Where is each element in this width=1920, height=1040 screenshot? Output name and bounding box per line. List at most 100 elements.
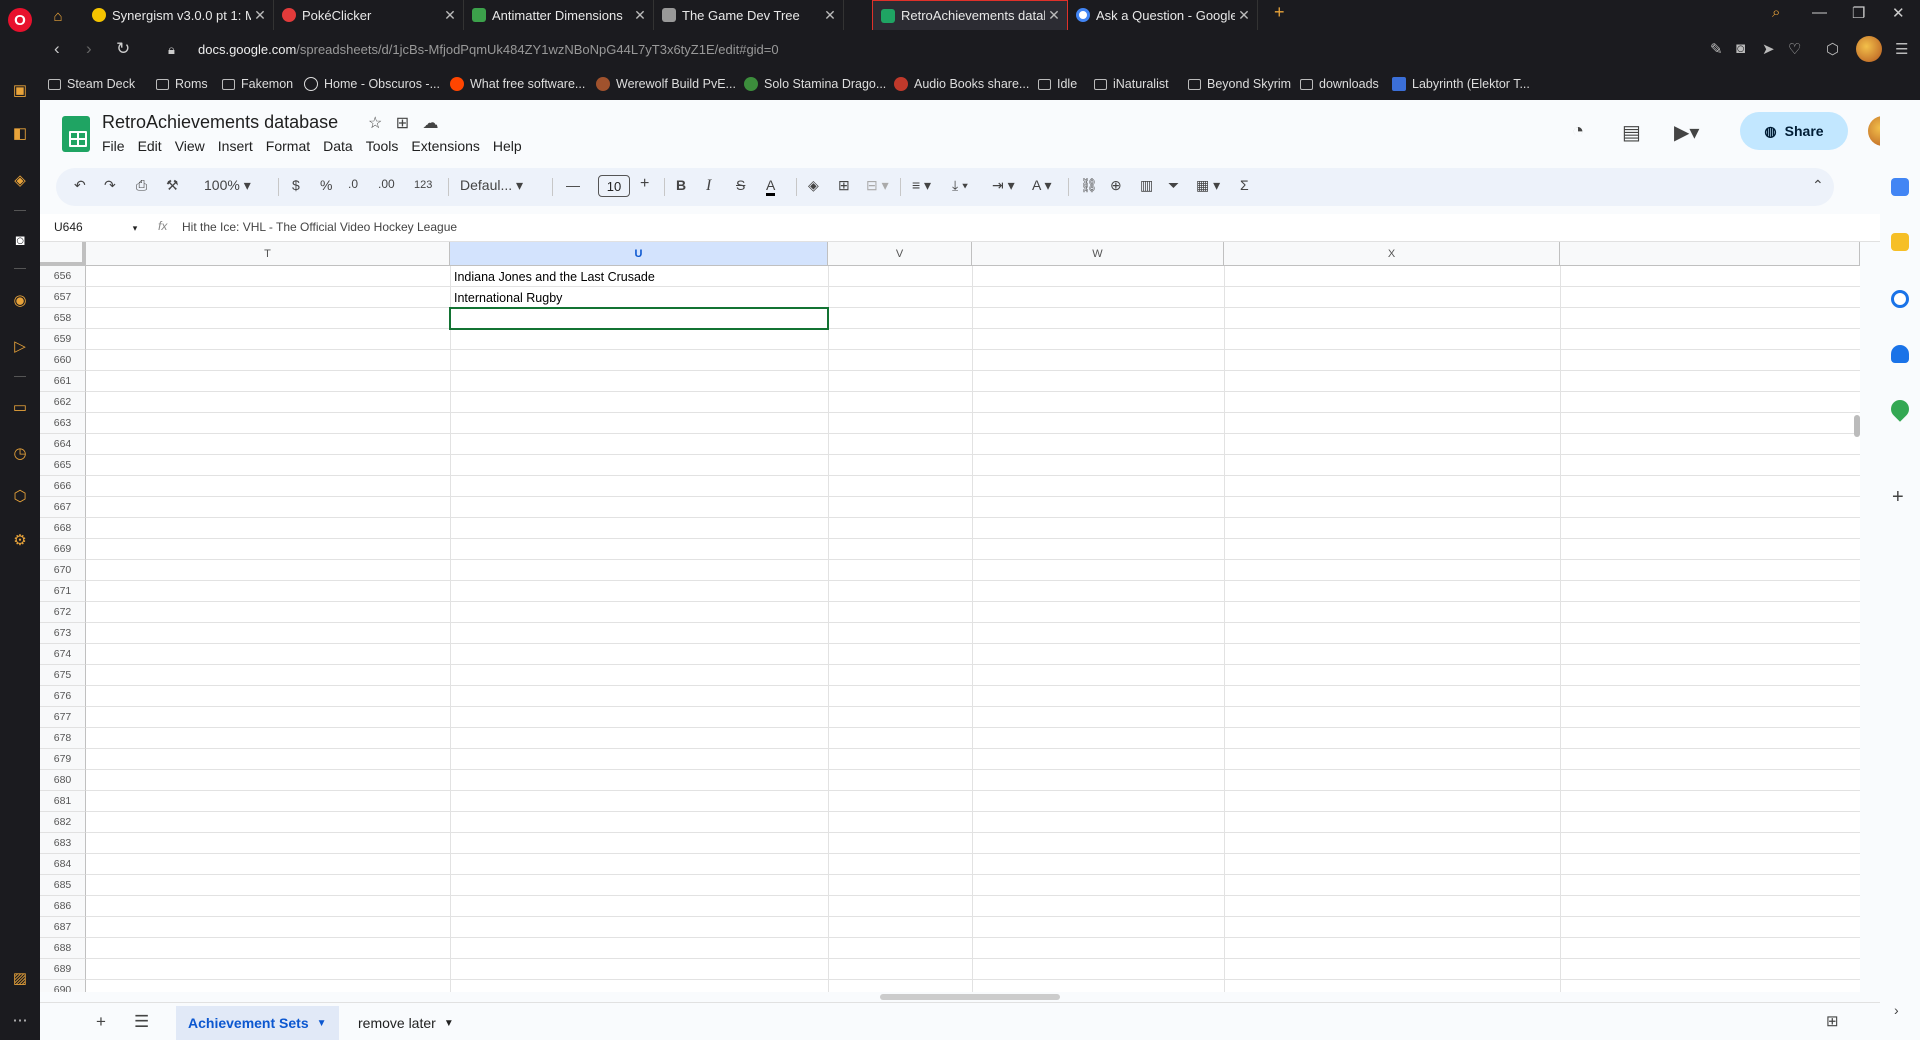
row-header[interactable]: 685 <box>40 875 86 896</box>
row-header[interactable]: 682 <box>40 812 86 833</box>
minimize-icon[interactable]: — <box>1812 4 1827 21</box>
filter-views-icon[interactable]: ▦ ▾ <box>1196 177 1220 194</box>
row-header[interactable]: 678 <box>40 728 86 749</box>
bookmark-solo-stamina[interactable]: Solo Stamina Drago... <box>744 77 886 91</box>
bookmark-beyond-skyrim[interactable]: Beyond Skyrim <box>1188 77 1291 91</box>
row-header[interactable]: 689 <box>40 959 86 980</box>
tab-synergism[interactable]: Synergism v3.0.0 pt 1: May ✕ <box>84 0 274 30</box>
menu-view[interactable]: View <box>175 138 205 154</box>
column-header-next[interactable] <box>1560 242 1860 266</box>
vertical-align-icon[interactable]: ⤓ ▾ <box>952 177 968 194</box>
row-header[interactable]: 672 <box>40 602 86 623</box>
insert-comment-icon[interactable]: ⊕ <box>1110 177 1122 194</box>
text-wrapping-icon[interactable]: ⇥ ▾ <box>992 177 1015 194</box>
player-icon[interactable]: ◉ <box>10 290 30 310</box>
close-tab-icon[interactable]: ✕ <box>631 7 649 24</box>
row-header[interactable]: 679 <box>40 749 86 770</box>
row-header[interactable]: 676 <box>40 686 86 707</box>
formula-input[interactable]: Hit the Ice: VHL - The Official Video Ho… <box>182 220 457 234</box>
close-tab-icon[interactable]: ✕ <box>821 7 839 24</box>
bookmark-audio-books[interactable]: Audio Books share... <box>894 77 1029 91</box>
merge-cells-icon[interactable]: ⊟ ▾ <box>866 177 889 194</box>
text-color-icon[interactable]: A <box>766 177 776 196</box>
row-header[interactable]: 671 <box>40 581 86 602</box>
text-rotation-icon[interactable]: A ▾ <box>1032 177 1051 194</box>
tab-antimatter[interactable]: Antimatter Dimensions ✕ <box>464 0 654 30</box>
sheet-tab-achievement-sets[interactable]: Achievement Sets ▼ <box>176 1006 339 1040</box>
cell-u657[interactable]: International Rugby <box>450 287 562 308</box>
menu-edit[interactable]: Edit <box>138 138 162 154</box>
row-header[interactable]: 690 <box>40 980 86 992</box>
horizontal-align-icon[interactable]: ≡ ▾ <box>912 177 931 194</box>
edit-icon[interactable]: ✎ <box>1710 40 1723 58</box>
column-header-w[interactable]: W <box>972 242 1224 266</box>
row-header[interactable]: 684 <box>40 854 86 875</box>
row-header[interactable]: 667 <box>40 497 86 518</box>
keep-icon[interactable] <box>1891 233 1909 251</box>
bookmark-steam-deck[interactable]: Steam Deck <box>48 77 135 91</box>
menu-insert[interactable]: Insert <box>218 138 253 154</box>
chat-icon[interactable]: ▭ <box>10 397 30 417</box>
row-header[interactable]: 681 <box>40 791 86 812</box>
camera-icon[interactable]: ◙ <box>1736 40 1745 57</box>
font-select[interactable]: Defaul... ▾ <box>460 177 523 194</box>
send-icon[interactable]: ▷ <box>10 336 30 356</box>
row-header[interactable]: 664 <box>40 434 86 455</box>
contacts-icon[interactable] <box>1891 345 1909 363</box>
row-header[interactable]: 686 <box>40 896 86 917</box>
column-header-t[interactable]: T <box>86 242 450 266</box>
borders-icon[interactable]: ⊞ <box>838 177 850 194</box>
menu-file[interactable]: File <box>102 138 125 154</box>
row-header[interactable]: 687 <box>40 917 86 938</box>
menu-help[interactable]: Help <box>493 138 522 154</box>
url-field[interactable]: docs.google.com/spreadsheets/d/1jcBs-Mfj… <box>198 42 779 57</box>
row-header[interactable]: 677 <box>40 707 86 728</box>
insert-chart-icon[interactable]: ▥ <box>1140 177 1153 194</box>
tab-game-dev-tree[interactable]: The Game Dev Tree ✕ <box>654 0 844 30</box>
tab-search-icon[interactable]: ⌕ <box>1772 4 1780 21</box>
tasks-icon[interactable] <box>1891 290 1909 308</box>
functions-icon[interactable]: Σ <box>1240 177 1249 193</box>
decrease-decimal-button[interactable]: .0 <box>348 177 358 191</box>
opera-logo-icon[interactable]: O <box>8 8 32 32</box>
bookmark-inaturalist[interactable]: iNaturalist <box>1094 77 1169 91</box>
column-header-v[interactable]: V <box>828 242 972 266</box>
restore-icon[interactable]: ❐ <box>1852 4 1865 22</box>
explore-icon[interactable]: ⊞ <box>1826 1012 1839 1030</box>
menu-tools[interactable]: Tools <box>366 138 399 154</box>
close-tab-icon[interactable]: ✕ <box>1045 7 1063 24</box>
row-header[interactable]: 668 <box>40 518 86 539</box>
gallery-icon[interactable]: ▨ <box>10 968 30 988</box>
print-icon[interactable]: ⎙ <box>136 177 147 194</box>
bookmark-werewolf[interactable]: Werewolf Build PvE... <box>596 77 736 91</box>
hide-side-panel-icon[interactable]: › <box>1894 1002 1899 1018</box>
vertical-scrollbar[interactable] <box>1854 415 1860 437</box>
chevron-down-icon[interactable]: ▼ <box>444 1018 454 1029</box>
menu-format[interactable]: Format <box>266 138 310 154</box>
bookmark-free-software[interactable]: What free software... <box>450 77 585 91</box>
menu-data[interactable]: Data <box>323 138 353 154</box>
row-header[interactable]: 680 <box>40 770 86 791</box>
fill-color-icon[interactable]: ◈ <box>808 177 819 194</box>
horizontal-scrollbar[interactable] <box>880 994 1060 1000</box>
more-icon[interactable]: ⋯ <box>10 1010 30 1030</box>
sheets-logo-icon[interactable] <box>62 116 90 152</box>
tab-ask-question[interactable]: Ask a Question - Google D ✕ <box>1068 0 1258 30</box>
comments-icon[interactable]: ▤ <box>1622 120 1641 145</box>
row-header[interactable]: 675 <box>40 665 86 686</box>
close-tab-icon[interactable]: ✕ <box>251 7 269 24</box>
menu-extensions[interactable]: Extensions <box>411 138 479 154</box>
zoom-select[interactable]: 100% ▾ <box>204 177 251 194</box>
select-all-corner[interactable] <box>40 242 86 266</box>
column-header-u[interactable]: U <box>450 242 828 266</box>
bold-icon[interactable]: B <box>676 177 686 193</box>
extensions-cube-icon[interactable]: ⬡ <box>10 486 30 506</box>
insert-link-icon[interactable]: ⛓ <box>1080 177 1098 194</box>
redo-icon[interactable]: ↷ <box>104 177 116 194</box>
new-tab-plus-icon[interactable]: + <box>1274 2 1285 23</box>
increase-font-size-icon[interactable]: + <box>640 175 649 193</box>
profile-avatar[interactable] <box>1856 36 1882 62</box>
twitch-icon[interactable]: ◧ <box>10 123 30 143</box>
row-header[interactable]: 657 <box>40 287 86 308</box>
aria-icon[interactable]: ◈ <box>10 170 30 190</box>
